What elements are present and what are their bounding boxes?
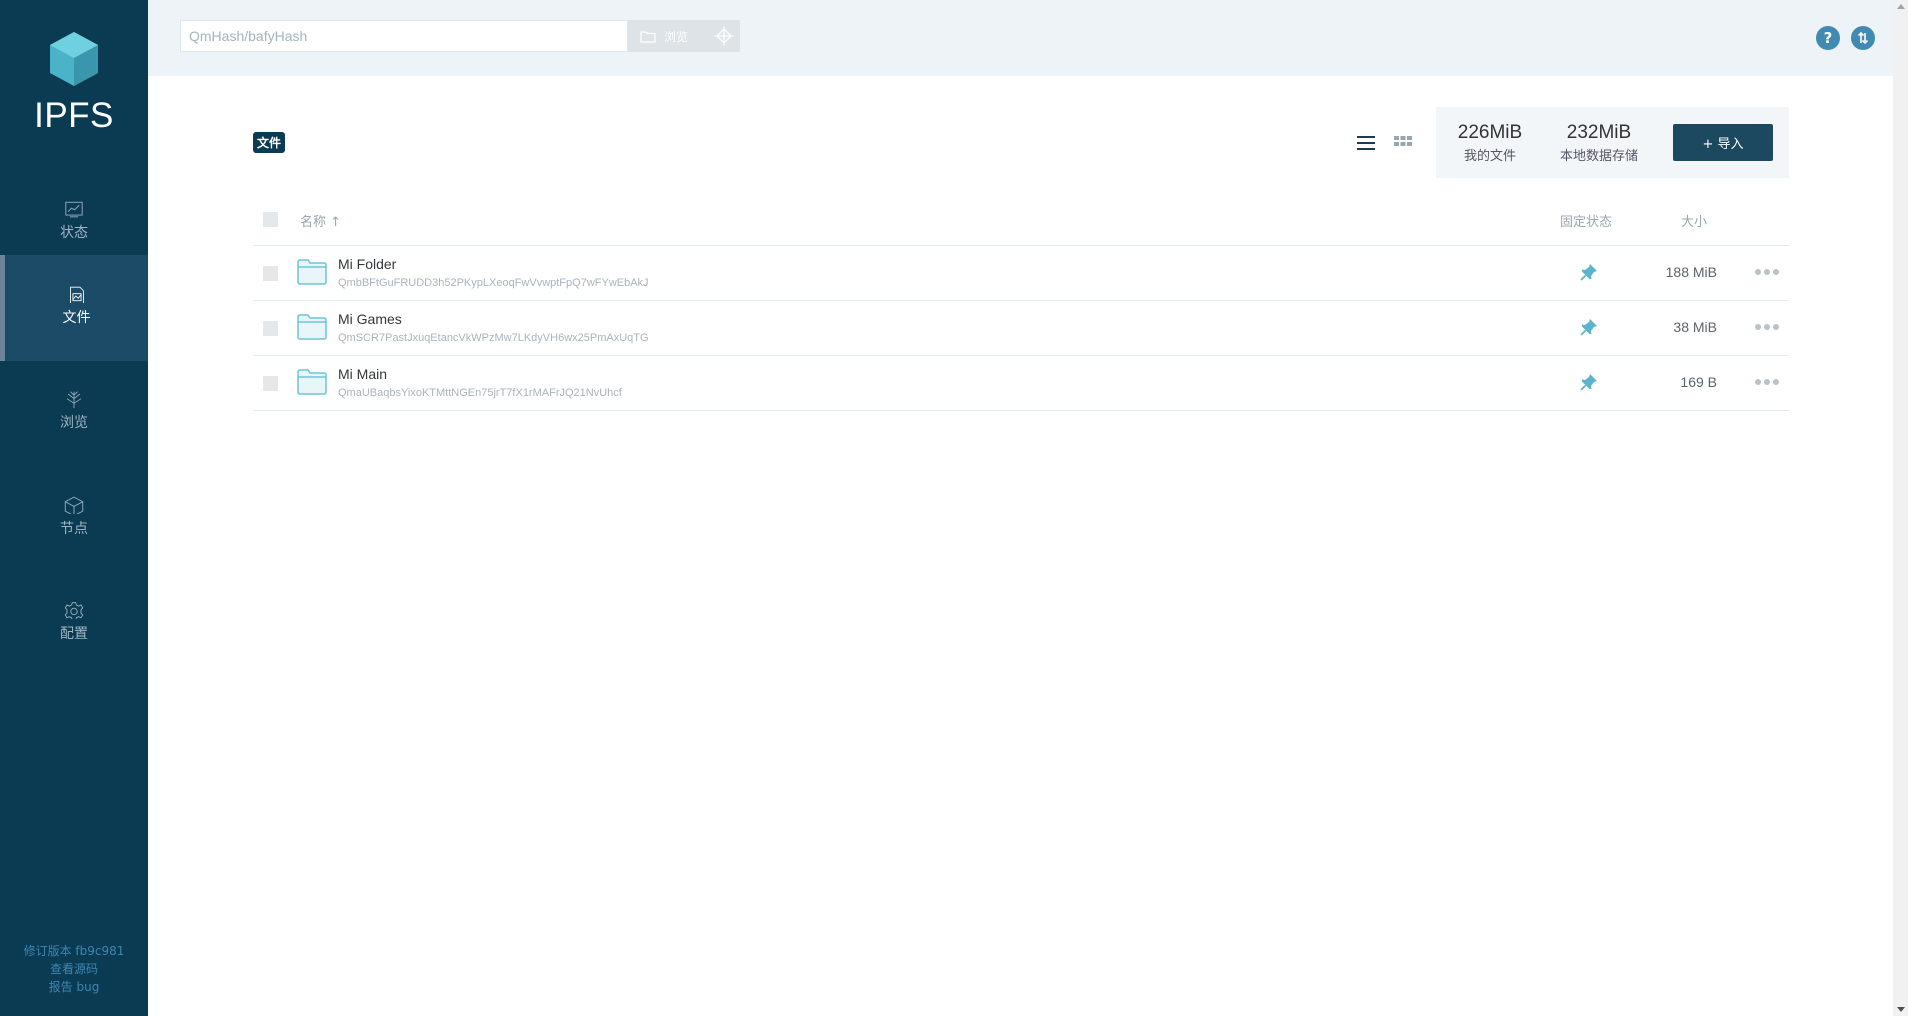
source-link[interactable]: 查看源码 xyxy=(0,960,148,978)
more-options-icon[interactable] xyxy=(1755,324,1779,330)
folder-icon xyxy=(640,30,656,43)
file-size: 38 MiB xyxy=(1673,319,1717,335)
my-files-size: 226MiB xyxy=(1457,122,1523,143)
sidebar-item-peers[interactable]: 节点 xyxy=(0,466,148,572)
file-size: 188 MiB xyxy=(1665,264,1717,280)
pin-icon[interactable] xyxy=(1580,318,1598,338)
files-table-header: 名称 ↑ 固定状态 大小 xyxy=(253,208,1789,246)
select-all-checkbox[interactable] xyxy=(263,212,278,227)
repo-stat: 232MiB 本地数据存储 xyxy=(1553,122,1645,164)
row-checkbox[interactable] xyxy=(263,321,278,336)
repo-label: 本地数据存储 xyxy=(1559,149,1638,164)
scrollbar[interactable] xyxy=(1893,0,1908,1016)
file-hash: QmaUBaqbsYixoKTMttNGEn75jrT7fX1rMAFrJQ21… xyxy=(338,387,622,399)
repo-size: 232MiB xyxy=(1566,122,1632,143)
folder-icon xyxy=(297,314,327,340)
settings-gear-icon xyxy=(64,602,84,619)
top-bar: QmHash/bafyHash 浏览 ? xyxy=(148,0,1893,76)
sidebar-item-label: 文件 xyxy=(62,310,91,326)
browse-button[interactable]: 浏览 xyxy=(628,20,708,52)
folder-icon xyxy=(297,369,327,395)
file-hash: QmbBFtGuFRUDD3h52PKypLXeoqFwVvwptFpQ7wFY… xyxy=(338,277,649,289)
scroll-up-arrow[interactable] xyxy=(1897,4,1905,9)
ipfs-cube-logo-icon xyxy=(50,32,98,86)
search-buttons: 浏览 xyxy=(628,20,740,52)
header-icons: ? xyxy=(1816,26,1875,50)
status-chart-icon xyxy=(65,201,83,218)
column-pin-header[interactable]: 固定状态 xyxy=(1560,211,1612,230)
file-size: 169 B xyxy=(1680,374,1717,390)
report-bug-link[interactable]: 报告 bug xyxy=(0,978,148,996)
crosshair-icon xyxy=(715,27,733,45)
help-icon[interactable]: ? xyxy=(1816,26,1840,50)
folder-icon xyxy=(297,259,327,285)
row-checkbox[interactable] xyxy=(263,266,278,281)
file-hash: QmSCR7PastJxuqEtancVkWPzMw7LKdyVH6wx25Pm… xyxy=(338,332,649,344)
transfer-arrows-icon xyxy=(1857,31,1869,45)
my-files-stat: 226MiB 我的文件 xyxy=(1450,122,1530,164)
breadcrumb-files[interactable]: 文件 xyxy=(253,132,286,153)
table-row[interactable]: Mi Folder QmbBFtGuFRUDD3h52PKypLXeoqFwVv… xyxy=(253,246,1789,301)
sidebar-item-settings[interactable]: 配置 xyxy=(0,571,148,677)
list-view-button[interactable] xyxy=(1356,134,1376,156)
logo-text: IPFS xyxy=(34,96,114,135)
connection-status-icon[interactable] xyxy=(1851,26,1875,50)
ipfs-logo[interactable]: IPFS xyxy=(0,30,148,136)
sidebar-item-explore[interactable]: 浏览 xyxy=(0,360,148,466)
browse-button-label: 浏览 xyxy=(664,29,689,44)
revision-link[interactable]: 修订版本 fb9c981 xyxy=(0,942,148,960)
search-input[interactable]: QmHash/bafyHash xyxy=(180,20,628,52)
row-checkbox[interactable] xyxy=(263,376,278,391)
file-name[interactable]: Mi Main xyxy=(338,366,387,382)
sidebar-item-label: 浏览 xyxy=(60,415,88,431)
column-size-header[interactable]: 大小 xyxy=(1681,211,1707,230)
peers-cube-icon xyxy=(64,496,84,514)
more-options-icon[interactable] xyxy=(1755,269,1779,275)
files-icon xyxy=(69,286,84,303)
sidebar-item-label: 状态 xyxy=(60,225,88,241)
column-name-header[interactable]: 名称 ↑ xyxy=(300,211,341,230)
sidebar-footer: 修订版本 fb9c981 查看源码 报告 bug xyxy=(0,942,148,996)
table-row[interactable]: Mi Main QmaUBaqbsYixoKTMttNGEn75jrT7fX1r… xyxy=(253,356,1789,411)
my-files-label: 我的文件 xyxy=(1463,149,1516,164)
pin-icon[interactable] xyxy=(1580,263,1598,283)
sidebar-item-label: 配置 xyxy=(60,626,88,642)
list-view-icon xyxy=(1357,136,1375,150)
explore-tree-icon xyxy=(66,391,82,408)
sidebar-item-label: 节点 xyxy=(60,521,88,537)
pin-icon[interactable] xyxy=(1580,373,1598,393)
inspect-button[interactable] xyxy=(708,20,740,52)
import-button[interactable]: + 导入 xyxy=(1673,124,1773,161)
grid-view-button[interactable] xyxy=(1393,134,1413,156)
file-name[interactable]: Mi Games xyxy=(338,311,402,327)
scroll-down-arrow[interactable] xyxy=(1897,1007,1905,1012)
more-options-icon[interactable] xyxy=(1755,379,1779,385)
sidebar-item-files[interactable]: 文件 xyxy=(0,255,148,361)
file-name[interactable]: Mi Folder xyxy=(338,256,396,272)
sidebar: IPFS 状态 文件 浏览 节点 配置 修订版本 fb9c981 查看源码 报告… xyxy=(0,0,148,1016)
grid-view-icon xyxy=(1394,136,1412,146)
table-row[interactable]: Mi Games QmSCR7PastJxuqEtancVkWPzMw7LKdy… xyxy=(253,301,1789,356)
